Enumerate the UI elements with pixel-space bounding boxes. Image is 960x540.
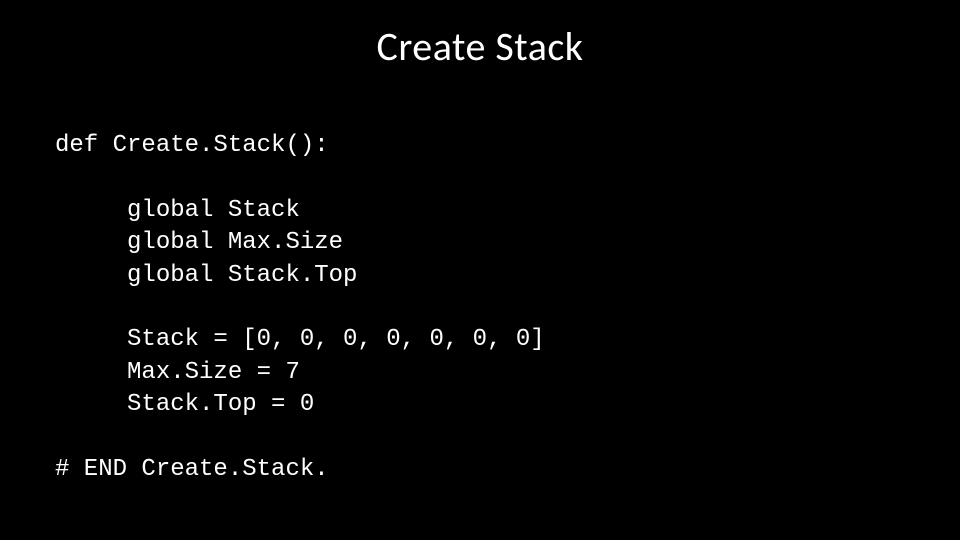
slide: Create Stack def Create.Stack(): global … xyxy=(0,0,960,540)
code-line: global Max.Size xyxy=(55,229,343,256)
code-line: global Stack.Top xyxy=(55,262,357,289)
slide-title: Create Stack xyxy=(0,22,960,71)
code-line: Stack = [0, 0, 0, 0, 0, 0, 0] xyxy=(55,326,545,353)
code-line: global Stack xyxy=(55,197,300,224)
code-line: def Create.Stack(): xyxy=(55,132,329,159)
code-line: Stack.Top = 0 xyxy=(55,391,314,418)
code-block: def Create.Stack(): global Stack global … xyxy=(55,130,545,486)
code-line: Max.Size = 7 xyxy=(55,359,300,386)
code-line: # END Create.Stack. xyxy=(55,456,329,483)
